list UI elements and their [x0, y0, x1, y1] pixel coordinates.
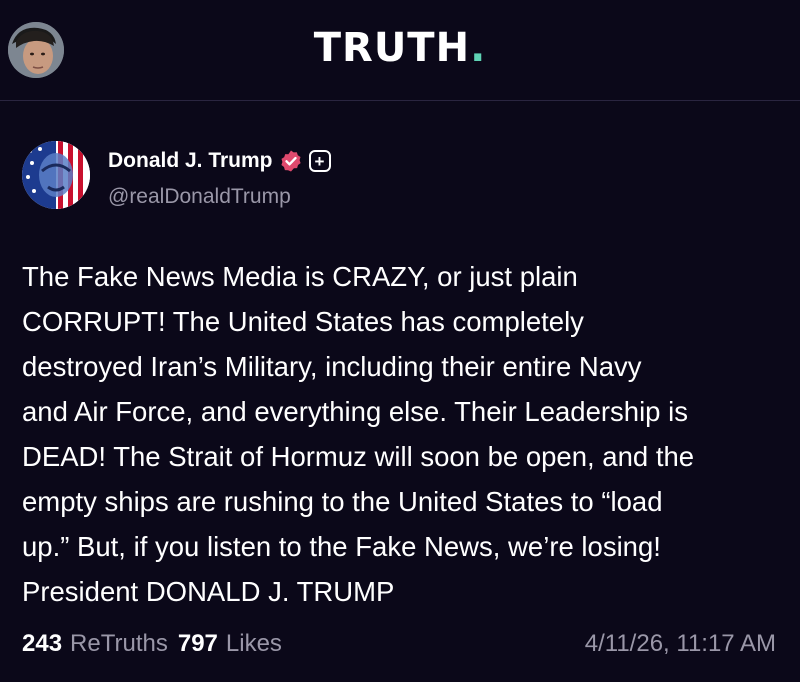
likes-count: 797 — [177, 630, 218, 657]
retruths-stat[interactable]: 243 ReTruths — [22, 630, 168, 658]
truth-social-post-page: TRUTH. Donald J. Trump + @realDonaldTrum… — [0, 0, 800, 682]
logo-text: TRUTH — [313, 25, 471, 71]
post-timestamp: 4/11/26, 11:17 AM — [584, 630, 776, 657]
post-body-text: The Fake News Media is CRAZY, or just pl… — [22, 261, 695, 607]
retruths-count: 243 — [22, 630, 63, 657]
top-header: TRUTH. — [0, 0, 800, 101]
post-footer: 243 ReTruths 797 Likes 4/11/26, 11:17 AM — [22, 626, 776, 666]
author-name-row: Donald J. Trump + — [108, 149, 331, 173]
author-avatar[interactable] — [22, 141, 90, 209]
truth-logo[interactable]: TRUTH. — [0, 25, 800, 71]
retruths-label: ReTruths — [70, 630, 168, 657]
post-stats: 243 ReTruths 797 Likes — [22, 630, 282, 658]
logo-dot: . — [470, 25, 487, 71]
author-name[interactable]: Donald J. Trump — [108, 149, 273, 173]
likes-label: Likes — [225, 630, 282, 657]
post-author: Donald J. Trump + @realDonaldTrump — [22, 141, 782, 213]
plus-badge-icon: + — [308, 150, 331, 172]
author-handle[interactable]: @realDonaldTrump — [108, 185, 291, 209]
verified-badge-icon — [279, 149, 303, 173]
likes-stat[interactable]: 797 Likes — [178, 630, 282, 658]
flag-portrait-avatar-image — [22, 141, 90, 209]
